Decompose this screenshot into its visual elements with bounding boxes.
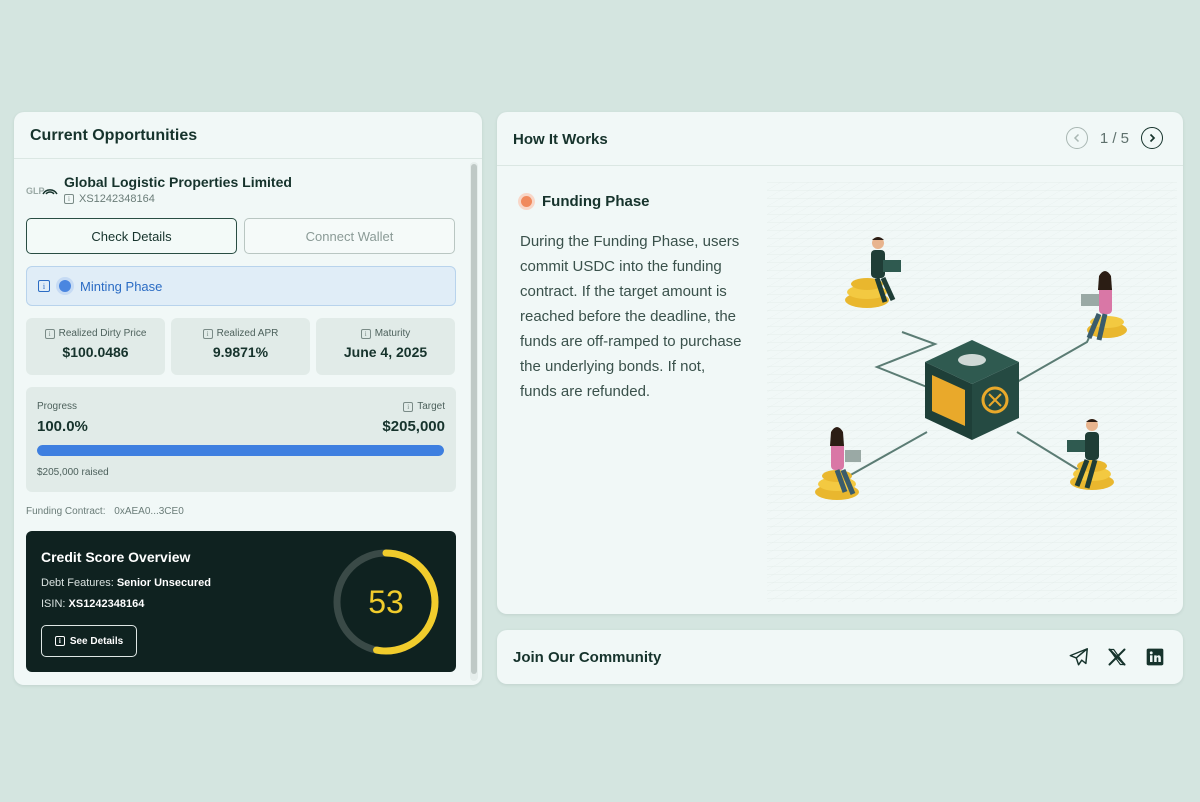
stat-label-row: i Realized APR [171,328,310,339]
stat-label-row: i Maturity [316,328,455,339]
target-label-row: i Target [403,401,445,412]
credit-score-gauge: 53 [331,547,441,657]
see-details-label: See Details [69,635,124,647]
connect-wallet-button[interactable]: Connect Wallet [244,218,455,254]
community-title: Join Our Community [513,649,662,666]
stat-label: Maturity [374,328,411,339]
svg-text:GLP: GLP [26,186,45,196]
contract-address[interactable]: 0xAEA0...3CE0 [114,506,183,517]
credit-score-card: Credit Score Overview Debt Features: Sen… [26,531,456,672]
progress-box: Progress i Target 100.0% $205,000 $205,0… [26,387,456,492]
step-title-text: Funding Phase [542,193,650,210]
stat-value: $100.0486 [62,344,129,360]
info-icon: i [54,636,65,646]
stat-value: 9.9871% [212,344,269,360]
phase-status-bar: i Minting Phase [26,266,456,306]
current-opportunities-panel: Current Opportunities GLP Global Logisti… [14,112,482,685]
progress-value: 100.0% [37,418,88,435]
stat-dirty-price: i Realized Dirty Price $100.0486 [26,318,165,375]
stat-maturity: i Maturity June 4, 2025 [316,318,455,375]
panel-title: How It Works [513,131,608,148]
funding-contract: Funding Contract: 0xAEA0...3CE0 [26,506,184,517]
debt-value: Senior Unsecured [116,577,211,589]
isin-value: XS1242348164 [68,598,145,610]
info-icon[interactable]: i [38,280,50,292]
chevron-right-icon [1149,133,1156,143]
issuer-name: Global Logistic Properties Limited [64,174,292,190]
check-details-button[interactable]: Check Details [26,218,237,254]
contract-label: Funding Contract: [26,506,106,517]
info-icon[interactable]: i [360,328,371,339]
how-it-works-panel: How It Works 1 / 5 Funding Phase During … [497,112,1183,614]
credit-title: Credit Score Overview [41,549,191,565]
phase-dot-icon [59,280,71,292]
funding-phase-illustration [767,182,1177,602]
community-panel: Join Our Community [497,630,1183,684]
next-button[interactable] [1141,127,1163,149]
target-value: $205,000 [382,418,445,435]
debt-features: Debt Features: Senior Unsecured [41,577,211,589]
target-label: Target [417,401,445,412]
stat-label: Realized Dirty Price [58,328,147,339]
scrollbar[interactable] [470,162,478,681]
linkedin-icon[interactable] [1143,645,1167,669]
page-indicator: 1 / 5 [1099,129,1129,147]
isin-label: ISIN: [41,598,66,610]
see-details-button[interactable]: i See Details [41,625,137,657]
progress-label: Progress [37,401,78,412]
pager: 1 / 5 [1065,127,1163,149]
issuer-code-text: XS1242348164 [79,193,155,205]
stat-label: Realized APR [216,328,279,339]
step-title: Funding Phase [521,193,650,210]
telegram-icon[interactable] [1067,645,1091,669]
social-links [1067,645,1167,669]
phase-label: Minting Phase [80,278,163,294]
issuer-code: i XS1242348164 [64,193,155,205]
info-icon[interactable]: i [44,328,55,339]
prev-button[interactable] [1065,127,1088,149]
debt-label: Debt Features: [41,577,114,589]
stat-label-row: i Realized Dirty Price [26,328,165,339]
stat-value: June 4, 2025 [343,344,428,360]
how-it-works-header: How It Works 1 / 5 [497,112,1183,166]
issuer-logo: GLP [26,186,58,196]
chevron-left-icon [1073,133,1079,143]
credit-score-value: 53 [368,583,404,620]
progress-bar [37,445,444,456]
scrollbar-thumb[interactable] [471,164,477,674]
step-dot-icon [521,196,532,207]
isin: ISIN: XS1242348164 [41,598,144,610]
panel-title: Current Opportunities [14,112,482,159]
progress-bar-fill [37,445,444,456]
info-icon[interactable]: i [202,328,213,339]
stat-apr: i Realized APR 9.9871% [171,318,310,375]
raised-amount: $205,000 raised [37,467,109,478]
x-icon[interactable] [1105,645,1129,669]
step-description: During the Funding Phase, users commit U… [520,233,742,400]
info-icon[interactable]: i [64,194,74,204]
info-icon[interactable]: i [403,401,414,412]
